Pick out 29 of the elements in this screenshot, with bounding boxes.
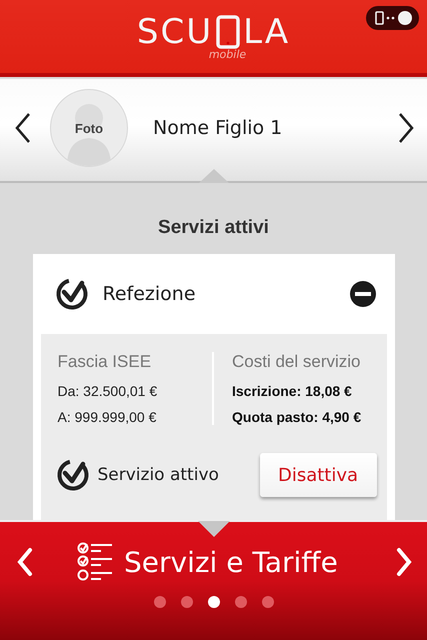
pointer-notch (199, 168, 229, 183)
service-name: Refezione (102, 283, 197, 305)
page-dot[interactable] (154, 596, 166, 608)
page-dot[interactable] (180, 596, 192, 608)
child-name: Nome Figlio 1 (153, 117, 284, 139)
isee-to: A: 999.999,00 € (58, 409, 158, 425)
check-icon (54, 277, 88, 311)
isee-title: Fascia ISEE (58, 352, 152, 372)
phone-icon (215, 15, 242, 49)
section-title: Servizi attivi (158, 217, 269, 239)
pointer-notch (198, 521, 230, 538)
page-dot[interactable] (208, 596, 220, 608)
logo-text: SCU (136, 15, 214, 49)
cost-line: Quota pasto: 4,90 € (232, 409, 362, 425)
phone-toggle-icon[interactable] (366, 6, 419, 30)
logo-text: LA (243, 15, 290, 49)
page-dot[interactable] (262, 596, 274, 608)
photo-label: Foto (74, 120, 104, 136)
check-icon (56, 458, 90, 492)
collapse-icon[interactable] (348, 280, 376, 308)
isee-from: Da: 32.500,01 € (58, 383, 158, 399)
deactivate-button[interactable]: Disattiva (260, 453, 376, 497)
service-status: Servizio attivo (98, 465, 220, 485)
checklist-icon (77, 542, 114, 582)
logo-subtitle: mobile (208, 49, 246, 60)
section-title: Servizi e Tariffe (124, 546, 339, 578)
costs-title: Costi del servizio (232, 352, 362, 372)
page-dot[interactable] (234, 596, 246, 608)
cost-line: Iscrizione: 18,08 € (232, 383, 353, 399)
